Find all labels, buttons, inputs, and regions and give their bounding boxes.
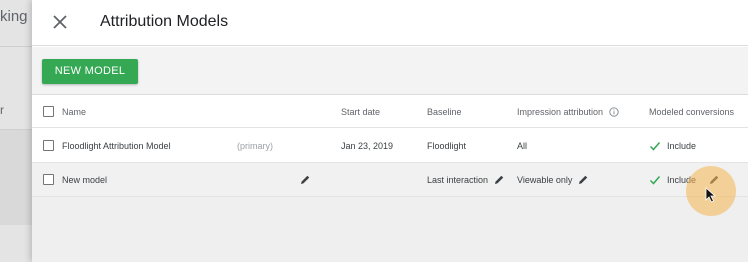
impression-attribution-value: Viewable only xyxy=(517,174,573,185)
baseline-cell[interactable]: Last interaction xyxy=(427,163,505,196)
select-all-checkbox[interactable] xyxy=(43,106,54,117)
edit-pencil-icon[interactable] xyxy=(493,174,505,186)
help-icon[interactable] xyxy=(609,106,619,117)
baseline-value: Floodlight xyxy=(427,140,467,151)
row-checkbox[interactable] xyxy=(43,140,54,151)
background-label-fragment: r xyxy=(0,103,4,117)
background-page: king r xyxy=(0,0,32,262)
toolbar: NEW MODEL xyxy=(32,47,748,95)
baseline-value: Last interaction xyxy=(427,174,489,185)
edit-pencil-icon[interactable] xyxy=(577,174,589,186)
new-model-button[interactable]: NEW MODEL xyxy=(42,59,138,84)
column-header-impression-attribution[interactable]: Impression attribution xyxy=(517,96,619,127)
attribution-models-panel: Attribution Models NEW MODEL Name Start … xyxy=(32,0,748,262)
table-row[interactable]: Floodlight Attribution Model (primary) J… xyxy=(32,129,748,163)
mouse-cursor-icon xyxy=(705,187,717,203)
panel-header: Attribution Models xyxy=(32,0,748,46)
column-header-baseline[interactable]: Baseline xyxy=(427,96,462,127)
primary-tag: (primary) xyxy=(237,140,273,151)
modeled-conversions-cell: Include xyxy=(649,129,696,162)
background-divider xyxy=(0,46,32,47)
edit-pencil-icon[interactable] xyxy=(299,174,311,186)
background-tab-fragment: king xyxy=(0,8,28,25)
column-header-name[interactable]: Name xyxy=(62,96,86,127)
row-checkbox[interactable] xyxy=(43,174,54,185)
modeled-conversions-value: Include xyxy=(667,140,697,151)
impression-attribution-cell[interactable]: Viewable only xyxy=(517,163,589,196)
column-header-impression-label: Impression attribution xyxy=(517,106,604,117)
panel-empty-area xyxy=(32,196,748,262)
impression-attribution-value: All xyxy=(517,140,528,151)
column-header-modeled-conversions[interactable]: Modeled conversions xyxy=(649,96,734,127)
start-date: Jan 23, 2019 xyxy=(341,140,394,151)
table-row[interactable]: New model Last interaction Viewable only xyxy=(32,163,748,197)
check-icon xyxy=(649,175,661,185)
close-icon[interactable] xyxy=(49,11,71,33)
column-header-start-date[interactable]: Start date xyxy=(341,96,380,127)
page-title: Attribution Models xyxy=(100,13,229,30)
background-block xyxy=(0,130,32,225)
table-header-row: Name Start date Baseline Impression attr… xyxy=(32,96,748,128)
model-name[interactable]: Floodlight Attribution Model xyxy=(62,129,171,162)
model-name[interactable]: New model xyxy=(62,163,107,196)
edit-name-cell xyxy=(294,163,311,196)
check-icon xyxy=(649,141,661,151)
